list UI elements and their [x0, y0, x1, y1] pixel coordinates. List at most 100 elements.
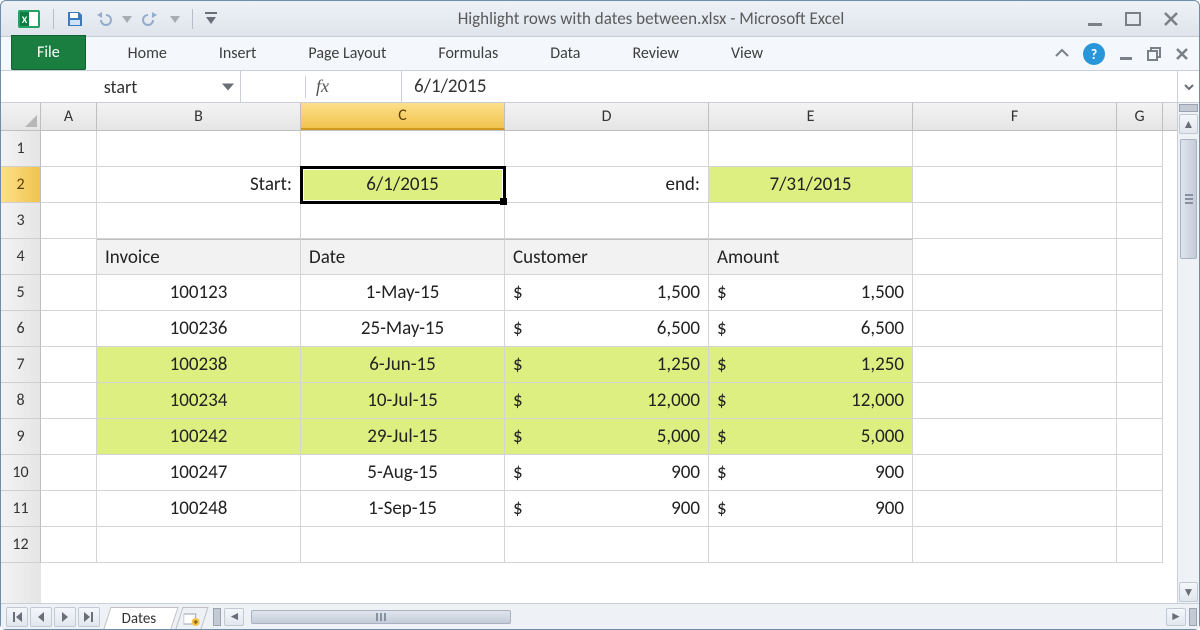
- cell-A12[interactable]: [41, 527, 97, 563]
- column-header-G[interactable]: G: [1117, 103, 1163, 130]
- close-icon[interactable]: [1161, 9, 1181, 29]
- cell-F4[interactable]: [913, 239, 1117, 275]
- sheet-nav-next-icon[interactable]: [54, 607, 76, 627]
- cell-F5[interactable]: [913, 275, 1117, 311]
- ribbon-minimize-icon[interactable]: [1053, 45, 1071, 63]
- cell-F3[interactable]: [913, 203, 1117, 239]
- vscroll-track[interactable]: [1178, 135, 1199, 581]
- column-header-A[interactable]: A: [41, 103, 97, 130]
- cell-C12[interactable]: [301, 527, 505, 563]
- table-row[interactable]: $12,000: [505, 383, 709, 419]
- row-header-2[interactable]: 2: [1, 167, 41, 203]
- table-row[interactable]: $5,000: [505, 419, 709, 455]
- cell-A11[interactable]: [41, 491, 97, 527]
- cell-C3[interactable]: [301, 203, 505, 239]
- excel-app-icon[interactable]: X: [17, 7, 41, 31]
- table-header-date[interactable]: Date: [301, 239, 505, 275]
- cell-F8[interactable]: [913, 383, 1117, 419]
- cell-A6[interactable]: [41, 311, 97, 347]
- cell-A3[interactable]: [41, 203, 97, 239]
- row-header-7[interactable]: 7: [1, 347, 41, 383]
- cell-B3[interactable]: [97, 203, 301, 239]
- workbook-minimize-icon[interactable]: [1117, 45, 1135, 63]
- row-header-4[interactable]: 4: [1, 239, 41, 275]
- tab-page-layout[interactable]: Page Layout: [288, 37, 406, 70]
- workbook-close-icon[interactable]: [1173, 45, 1191, 63]
- tab-data[interactable]: Data: [530, 37, 600, 70]
- cell-F2[interactable]: [913, 167, 1117, 203]
- table-row[interactable]: $1,250: [505, 347, 709, 383]
- table-row[interactable]: $900: [709, 491, 913, 527]
- cell-B1[interactable]: [97, 131, 301, 167]
- table-row[interactable]: 1-May-15: [301, 275, 505, 311]
- row-header-1[interactable]: 1: [1, 131, 41, 167]
- cell-G12[interactable]: [1117, 527, 1163, 563]
- row-header-9[interactable]: 9: [1, 419, 41, 455]
- tab-formulas[interactable]: Formulas: [418, 37, 518, 70]
- table-row[interactable]: $6,500: [505, 311, 709, 347]
- cell-G5[interactable]: [1117, 275, 1163, 311]
- cell-A9[interactable]: [41, 419, 97, 455]
- table-row[interactable]: 29-Jul-15: [301, 419, 505, 455]
- cell-D2-end-label[interactable]: end:: [505, 167, 709, 203]
- name-box[interactable]: start: [1, 71, 241, 102]
- cell-A4[interactable]: [41, 239, 97, 275]
- tab-view[interactable]: View: [711, 37, 783, 70]
- cell-D1[interactable]: [505, 131, 709, 167]
- cell-A7[interactable]: [41, 347, 97, 383]
- cell-G11[interactable]: [1117, 491, 1163, 527]
- cell-B2-start-label[interactable]: Start:: [97, 167, 301, 203]
- cell-F11[interactable]: [913, 491, 1117, 527]
- workbook-restore-icon[interactable]: [1145, 45, 1163, 63]
- table-row[interactable]: 25-May-15: [301, 311, 505, 347]
- vscroll-thumb[interactable]: [1180, 139, 1197, 259]
- tab-scroll-splitter[interactable]: [213, 608, 221, 626]
- cell-C2-start-value[interactable]: 6/1/2015: [301, 167, 505, 203]
- cell-G1[interactable]: [1117, 131, 1163, 167]
- column-header-C[interactable]: C: [301, 103, 505, 130]
- cell-G3[interactable]: [1117, 203, 1163, 239]
- split-box-horizontal[interactable]: [1189, 608, 1197, 626]
- cell-A1[interactable]: [41, 131, 97, 167]
- scroll-up-icon[interactable]: ▲: [1179, 114, 1198, 134]
- table-row[interactable]: $1,500: [709, 275, 913, 311]
- table-row[interactable]: $5,000: [709, 419, 913, 455]
- cell-A10[interactable]: [41, 455, 97, 491]
- undo-dropdown-icon[interactable]: [122, 14, 132, 24]
- table-row[interactable]: $900: [505, 455, 709, 491]
- row-header-6[interactable]: 6: [1, 311, 41, 347]
- formula-input[interactable]: 6/1/2015: [401, 71, 1177, 102]
- vertical-scrollbar[interactable]: ▲ ▼: [1177, 103, 1199, 603]
- cell-D3[interactable]: [505, 203, 709, 239]
- cell-G10[interactable]: [1117, 455, 1163, 491]
- sheet-nav-prev-icon[interactable]: [30, 607, 52, 627]
- cell-F10[interactable]: [913, 455, 1117, 491]
- row-header-8[interactable]: 8: [1, 383, 41, 419]
- cell-A2[interactable]: [41, 167, 97, 203]
- table-row[interactable]: 10-Jul-15: [301, 383, 505, 419]
- scroll-right-icon[interactable]: ►: [1166, 608, 1186, 626]
- table-row[interactable]: 100234: [97, 383, 301, 419]
- column-header-E[interactable]: E: [709, 103, 913, 130]
- table-row[interactable]: $900: [505, 491, 709, 527]
- column-header-B[interactable]: B: [97, 103, 301, 130]
- column-header-D[interactable]: D: [505, 103, 709, 130]
- sheet-nav-last-icon[interactable]: [78, 607, 100, 627]
- cell-E3[interactable]: [709, 203, 913, 239]
- sheet-nav-first-icon[interactable]: [6, 607, 28, 627]
- table-header-invoice[interactable]: Invoice: [97, 239, 301, 275]
- cells-grid[interactable]: Start: 6/1/2015 end: 7/31/2015: [41, 131, 1177, 603]
- table-row[interactable]: 1-Sep-15: [301, 491, 505, 527]
- cell-G6[interactable]: [1117, 311, 1163, 347]
- cell-G4[interactable]: [1117, 239, 1163, 275]
- table-row[interactable]: $6,500: [709, 311, 913, 347]
- hscroll-track[interactable]: [247, 608, 1163, 626]
- row-header-5[interactable]: 5: [1, 275, 41, 311]
- table-row[interactable]: 6-Jun-15: [301, 347, 505, 383]
- cell-G8[interactable]: [1117, 383, 1163, 419]
- tab-home[interactable]: Home: [108, 37, 187, 70]
- scroll-down-icon[interactable]: ▼: [1179, 582, 1198, 602]
- help-icon[interactable]: ?: [1083, 43, 1105, 65]
- table-row[interactable]: 100238: [97, 347, 301, 383]
- table-header-amount[interactable]: Amount: [709, 239, 913, 275]
